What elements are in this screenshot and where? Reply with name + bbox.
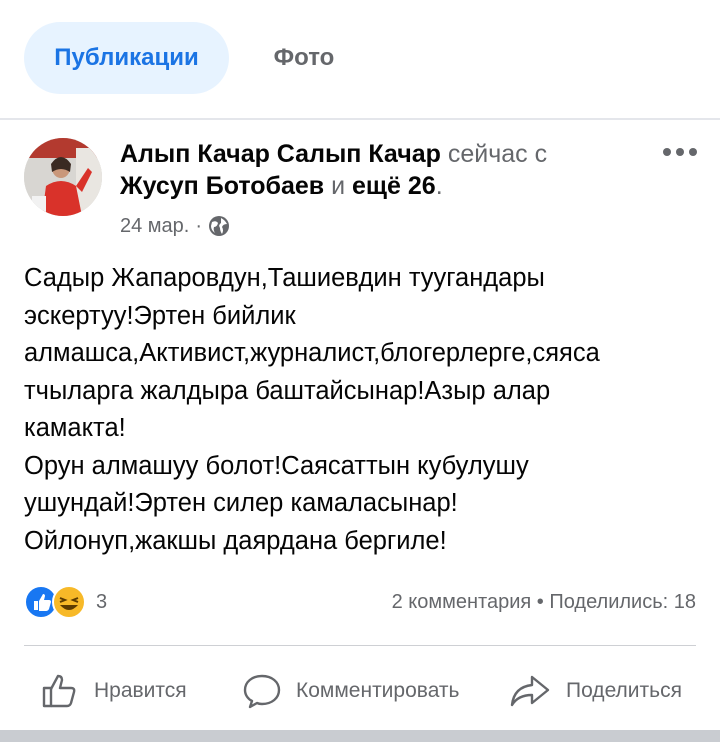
share-icon <box>510 675 550 707</box>
and-text: и <box>331 172 346 200</box>
post-date[interactable]: 24 мар. <box>120 212 189 240</box>
author-name[interactable]: Алып Качар Салып Качар <box>120 140 441 168</box>
feed-separator <box>0 730 720 742</box>
reactions-summary[interactable]: 3 <box>24 585 107 619</box>
share-label: Поделиться <box>566 679 682 702</box>
meta-dot: · <box>195 215 203 237</box>
thumbs-up-icon <box>42 674 76 708</box>
avatar[interactable] <box>24 138 102 216</box>
shares-count[interactable]: Поделились: 18 <box>549 591 696 613</box>
tab-photos[interactable]: Фото <box>256 44 352 72</box>
comment-button[interactable]: Комментировать <box>242 660 459 722</box>
avatar-image <box>24 138 102 216</box>
post-actions: Нравится Комментировать Поделиться <box>0 660 720 722</box>
profile-tabs: Публикации Фото <box>0 0 720 118</box>
with-text: сейчас с <box>447 140 548 168</box>
more-options-icon[interactable] <box>660 140 700 164</box>
share-button[interactable]: Поделиться <box>508 660 682 722</box>
reaction-icons <box>24 585 86 619</box>
others-link[interactable]: ещё 26 <box>352 172 436 200</box>
header-period: . <box>435 172 443 200</box>
comment-icon <box>243 674 281 709</box>
stats-separator: • <box>536 591 544 613</box>
tab-publications[interactable]: Публикации <box>24 44 229 72</box>
tagged-person[interactable]: Жусуп Ботобаев <box>120 172 324 200</box>
haha-reaction-icon <box>52 585 86 619</box>
post-meta: 24 мар. · <box>120 212 230 240</box>
reaction-count: 3 <box>96 590 108 613</box>
globe-icon <box>209 216 230 236</box>
comment-label: Комментировать <box>296 679 460 702</box>
post-body: Садыр Жапаровдун,Ташиевдин туугандары эс… <box>24 264 600 555</box>
post-header: Алып Качар Салып Качар сейчас с Жусуп Бо… <box>120 138 640 202</box>
engagement-stats: 2 комментария • Поделились: 18 <box>392 590 696 614</box>
comments-count[interactable]: 2 комментария <box>392 591 532 613</box>
like-button[interactable]: Нравится <box>40 660 187 722</box>
like-label: Нравится <box>94 679 187 702</box>
actions-divider <box>24 645 696 646</box>
tabs-divider <box>0 118 720 120</box>
